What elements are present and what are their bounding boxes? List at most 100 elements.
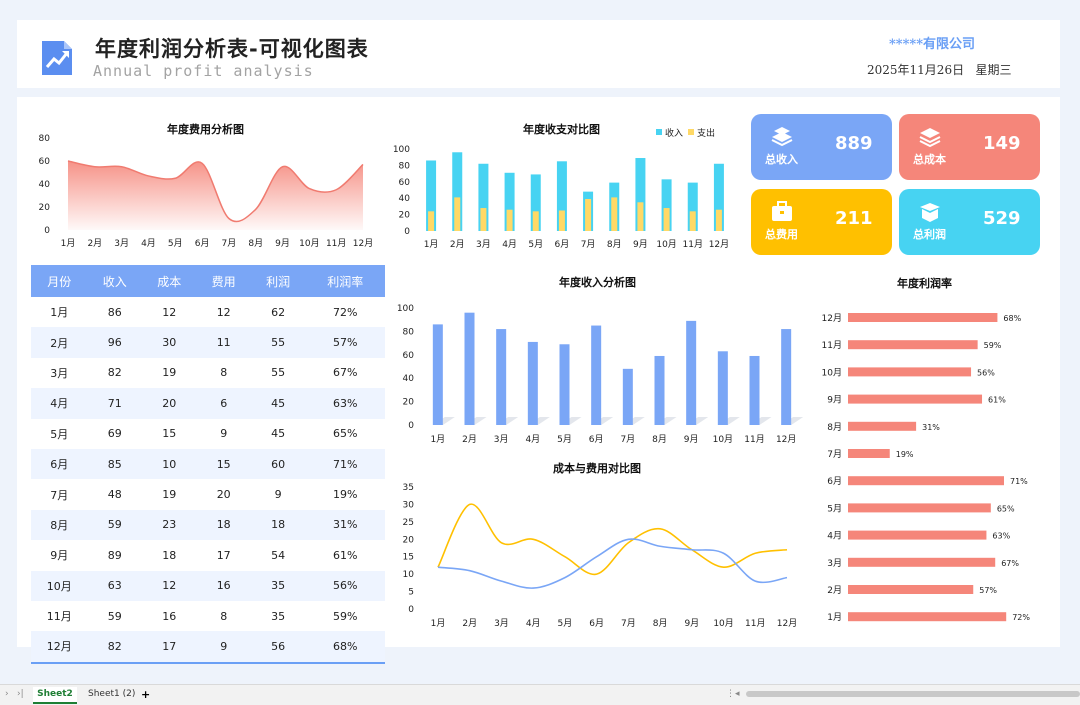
y-tick-label: 35	[403, 483, 414, 493]
margin-bar	[848, 449, 890, 458]
income-bar-chart: 0 20 40 60 80 100 1月 2月 3月 4月 5月 6月 7月 8月 9月 10月 11月 12月	[397, 304, 804, 445]
y-tick-label: 40	[403, 374, 415, 384]
data-label: 67%	[1001, 559, 1019, 568]
table-header-row: 月份 收入 成本 费用 利润 利润率	[31, 265, 385, 297]
income-bar	[749, 355, 760, 425]
x-tick-label: 11月	[745, 618, 765, 629]
x-tick-label: 12月	[777, 618, 797, 629]
table-cell: 86	[107, 305, 122, 319]
x-tick-label: 4月	[141, 238, 156, 249]
y-tick-label: 11月	[822, 340, 842, 351]
x-tick-label: 10月	[656, 239, 676, 250]
card-value: 889	[835, 133, 873, 154]
x-tick-label: 2月	[462, 434, 477, 445]
y-tick-label: 100	[393, 145, 410, 155]
table-cell: 4月	[31, 388, 88, 419]
expense-bar	[715, 209, 722, 231]
table-cell: 11月	[46, 610, 72, 624]
table-cell: 9	[196, 631, 251, 664]
table-cell: 18	[162, 548, 177, 562]
table-cell: 45	[250, 388, 306, 419]
table-cell: 82	[87, 631, 142, 664]
table-cell: 56	[250, 631, 306, 664]
card-value: 211	[835, 208, 873, 229]
margin-bar	[848, 340, 978, 350]
horizontal-scrollbar[interactable]	[746, 691, 1080, 697]
x-tick-label: 9月	[633, 239, 648, 250]
x-tick-label: 10月	[713, 618, 733, 629]
y-tick-label: 60	[403, 351, 415, 361]
x-tick-label: 6月	[589, 434, 604, 445]
table-cell: 18	[196, 509, 251, 541]
x-tick-label: 7月	[621, 618, 636, 629]
y-tick-label: 9月	[827, 395, 842, 406]
x-tick-label: 11月	[744, 434, 764, 445]
expense-bar	[532, 211, 539, 231]
prev-sheet-icon[interactable]: ›	[5, 687, 9, 702]
x-tick-label: 12月	[776, 434, 796, 445]
expense-bar	[637, 202, 644, 231]
table-cell: 17	[216, 548, 231, 562]
expense-line	[437, 538, 788, 589]
y-tick-label: 5月	[827, 503, 842, 514]
x-tick-label: 2月	[462, 618, 477, 629]
table-cell: 59	[87, 509, 142, 541]
x-tick-label: 5月	[558, 618, 573, 629]
table-cell: 9	[220, 427, 228, 441]
x-tick-label: 6月	[555, 239, 570, 250]
table-cell: 63%	[305, 388, 385, 419]
y-tick-label: 20	[399, 211, 411, 221]
table-cell: 15	[162, 427, 177, 441]
tab-sheet2[interactable]: Sheet2	[33, 687, 77, 704]
table-cell: 82	[107, 366, 122, 380]
card-value: 149	[983, 133, 1021, 154]
x-tick-label: 9月	[684, 618, 699, 629]
scroll-left-icon[interactable]: ◂	[735, 687, 740, 702]
table-cell: 8	[220, 366, 228, 380]
margin-bar	[848, 530, 987, 540]
y-tick-label: 15	[403, 553, 414, 563]
table-cell: 18	[250, 509, 306, 541]
x-tick-label: 1月	[431, 618, 446, 629]
tab-sheet1-copy[interactable]: Sheet1 (2)	[88, 687, 135, 702]
legend-swatch-income	[656, 129, 662, 135]
margin-bar	[848, 503, 991, 513]
table-cell: 45	[271, 427, 286, 441]
add-sheet-button[interactable]: +	[141, 687, 150, 702]
margin-bar	[848, 421, 917, 431]
x-tick-label: 4月	[502, 239, 517, 250]
table-cell: 30	[141, 327, 197, 358]
y-tick-label: 80	[399, 161, 411, 171]
table-cell: 62	[271, 305, 286, 319]
expense-bar	[428, 211, 435, 231]
table-cell: 10	[141, 448, 197, 480]
table-cell: 16	[162, 609, 177, 623]
x-tick-label: 8月	[607, 239, 622, 250]
table-cell: 55	[250, 327, 306, 358]
card-label: 总费用	[765, 228, 798, 241]
table-cell: 68%	[305, 631, 385, 664]
card-total-expense: 总费用 211	[751, 189, 892, 255]
card-label: 总成本	[913, 153, 946, 166]
income-bar	[654, 355, 665, 425]
y-tick-label: 5	[408, 588, 414, 598]
column-header: 费用	[196, 265, 251, 297]
divider-icon: ⋮	[726, 689, 735, 699]
table-cell: 19	[162, 488, 177, 502]
income-expense-bar-chart: 0 20 40 60 80 100 1月 2月 3月 4月 5月 6月 7月 8月 9月 10月 11月 12月 收…	[393, 127, 729, 250]
table-row: 6月 85 10 15 60 71%	[31, 448, 385, 480]
x-tick-label: 3月	[494, 434, 509, 445]
briefcase-icon	[772, 201, 792, 221]
table-cell: 59%	[332, 609, 358, 623]
table-cell: 20	[216, 488, 231, 502]
table-cell: 61%	[332, 548, 358, 562]
income-bar	[717, 351, 728, 425]
last-sheet-icon[interactable]: ›|	[17, 687, 24, 702]
table-row: 1月 86 12 12 62 72%	[31, 297, 385, 327]
margin-bar	[848, 585, 974, 594]
data-label: 65%	[997, 504, 1015, 513]
table-cell: 10月	[31, 570, 88, 601]
x-tick-label: 9月	[275, 238, 290, 249]
expense-bar	[585, 199, 592, 231]
card-label: 总收入	[765, 153, 798, 166]
